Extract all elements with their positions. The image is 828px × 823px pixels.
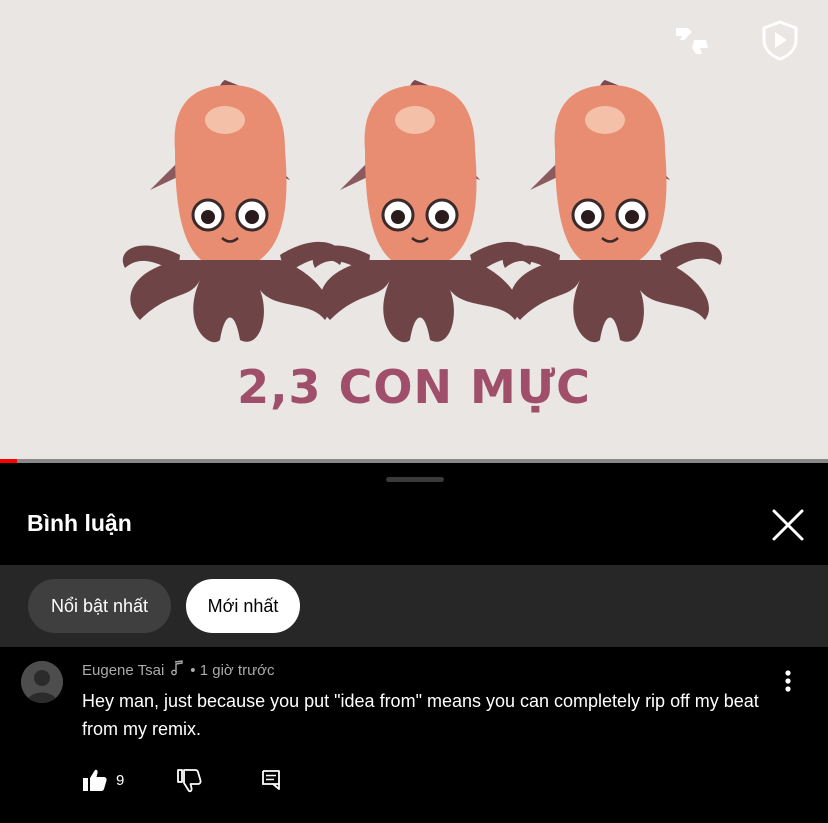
sort-chip-top[interactable]: Nổi bật nhất xyxy=(28,579,171,633)
sort-chip-newest[interactable]: Mới nhất xyxy=(186,579,300,633)
more-vert-icon[interactable] xyxy=(776,665,800,697)
reply-button[interactable] xyxy=(260,768,282,792)
comment-actions: 9 xyxy=(82,767,282,793)
close-button[interactable] xyxy=(768,505,808,545)
comment-item: Eugene Tsai • 1 giờ trước Hey man, just … xyxy=(0,647,828,823)
caption-text: 2,3 CON MỰC xyxy=(237,360,591,414)
comment-sort-bar: Nổi bật nhất Mới nhất xyxy=(0,565,828,647)
comment-time: • 1 giờ trước xyxy=(190,661,275,679)
video-caption: 2,3 CON MỰC xyxy=(0,360,828,414)
drag-handle[interactable] xyxy=(386,477,444,482)
reply-icon xyxy=(262,770,281,790)
comment-author[interactable]: Eugene Tsai xyxy=(82,662,164,679)
dislike-button[interactable] xyxy=(176,767,202,793)
like-count: 9 xyxy=(116,771,125,789)
comment-meta: Eugene Tsai • 1 giờ trước xyxy=(82,660,274,680)
like-button[interactable]: 9 xyxy=(82,767,124,793)
comments-sheet: Bình luận Nổi bật nhất Mới nhất Eugene T… xyxy=(0,463,828,823)
comment-text: Hey man, just because you put "idea from… xyxy=(82,691,759,739)
close-icon xyxy=(772,509,804,541)
avatar[interactable] xyxy=(21,661,63,703)
thumbs-up-icon xyxy=(83,769,107,791)
shield-play-icon[interactable] xyxy=(758,18,802,62)
feedback-icon[interactable] xyxy=(670,18,714,62)
music-note-icon xyxy=(170,660,184,680)
thumbs-down-icon xyxy=(177,769,202,793)
comments-title: Bình luận xyxy=(27,510,132,536)
video-player[interactable]: 2,3 CON MỰC xyxy=(0,0,828,460)
